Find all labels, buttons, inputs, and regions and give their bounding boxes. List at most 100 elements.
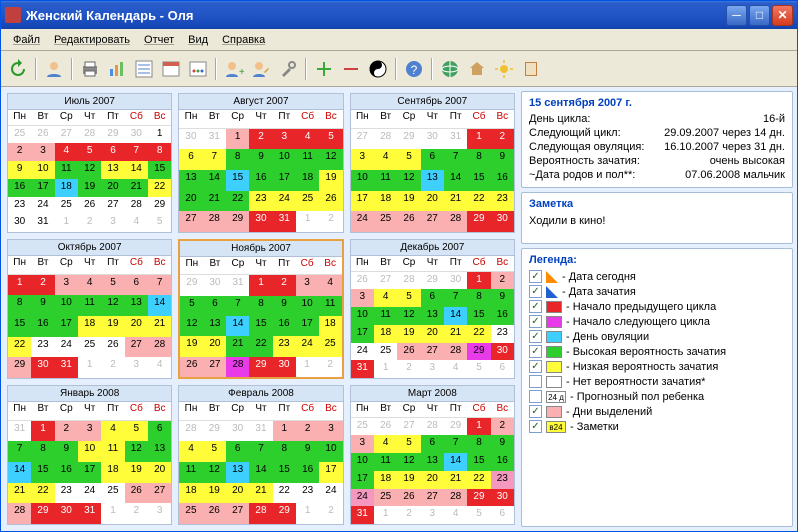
day-cell[interactable]: 31 (444, 129, 467, 150)
day-cell[interactable]: 27 (374, 272, 397, 290)
day-cell[interactable]: 5 (397, 149, 420, 170)
day-cell[interactable]: 20 (101, 179, 124, 197)
day-cell[interactable]: 25 (374, 211, 397, 232)
chart-button[interactable] (104, 56, 130, 82)
day-cell[interactable]: 15 (273, 462, 296, 483)
day-cell[interactable]: 26 (125, 483, 148, 504)
day-cell[interactable]: 14 (125, 161, 148, 179)
day-cell[interactable]: 15 (467, 307, 490, 325)
day-cell[interactable]: 7 (125, 143, 148, 161)
day-cell[interactable]: 16 (8, 179, 31, 197)
day-cell[interactable]: 24 (31, 197, 54, 215)
day-cell[interactable]: 15 (31, 462, 54, 483)
day-cell[interactable]: 22 (467, 471, 490, 489)
day-cell[interactable]: 28 (249, 503, 272, 524)
day-cell[interactable]: 15 (8, 316, 31, 337)
day-cell[interactable]: 2 (101, 357, 124, 378)
day-cell[interactable]: 6 (148, 421, 171, 442)
day-cell[interactable]: 22 (8, 337, 31, 358)
month-calendar[interactable]: Июль 2007ПнВтСрЧтПтСбВс25262728293012345… (7, 93, 172, 233)
day-cell[interactable]: 20 (203, 336, 226, 356)
day-cell[interactable]: 6 (421, 149, 444, 170)
day-cell[interactable]: 29 (226, 211, 249, 232)
day-cell[interactable]: 17 (31, 179, 54, 197)
day-cell[interactable]: 9 (8, 161, 31, 179)
day-cell[interactable]: 22 (273, 483, 296, 504)
day-cell[interactable]: 30 (55, 503, 78, 524)
day-cell[interactable]: 17 (273, 170, 296, 191)
day-cell[interactable]: 12 (397, 170, 420, 191)
day-cell[interactable]: 7 (148, 275, 171, 296)
calendar-button[interactable] (158, 56, 184, 82)
sun-button[interactable] (491, 56, 517, 82)
day-cell[interactable]: 27 (421, 211, 444, 232)
day-cell[interactable]: 15 (226, 170, 249, 191)
day-cell[interactable]: 2 (78, 214, 101, 232)
day-cell[interactable]: 20 (421, 471, 444, 489)
day-cell[interactable]: 5 (125, 421, 148, 442)
day-cell[interactable]: 23 (491, 191, 514, 212)
day-cell[interactable]: 27 (55, 126, 78, 144)
day-cell[interactable]: 31 (203, 129, 226, 150)
month-calendar[interactable]: Март 2008ПнВтСрЧтПтСбВс25262728291234567… (350, 385, 515, 525)
day-cell[interactable]: 21 (125, 179, 148, 197)
day-cell[interactable]: 29 (273, 503, 296, 524)
checkbox[interactable]: ✓ (529, 285, 542, 298)
day-cell[interactable]: 10 (78, 441, 101, 462)
day-cell[interactable]: 23 (31, 337, 54, 358)
day-cell[interactable]: 8 (226, 149, 249, 170)
day-cell[interactable]: 26 (397, 489, 420, 507)
list-button[interactable] (131, 56, 157, 82)
day-cell[interactable]: 17 (55, 316, 78, 337)
day-cell[interactable]: 2 (8, 143, 31, 161)
plus-button[interactable] (311, 56, 337, 82)
day-cell[interactable]: 1 (78, 357, 101, 378)
day-cell[interactable]: 13 (179, 170, 202, 191)
tools-button[interactable] (275, 56, 301, 82)
day-cell[interactable]: 16 (491, 453, 514, 471)
day-cell[interactable]: 8 (148, 143, 171, 161)
day-cell[interactable]: 28 (226, 357, 249, 377)
day-cell[interactable]: 15 (467, 453, 490, 471)
day-cell[interactable]: 3 (319, 421, 342, 442)
home-button[interactable] (464, 56, 490, 82)
day-cell[interactable]: 1 (148, 126, 171, 144)
day-cell[interactable]: 9 (491, 435, 514, 453)
day-cell[interactable]: 20 (421, 191, 444, 212)
day-cell[interactable]: 29 (421, 272, 444, 290)
day-cell[interactable]: 1 (467, 418, 490, 436)
day-cell[interactable]: 21 (148, 316, 171, 337)
day-cell[interactable]: 1 (226, 129, 249, 150)
day-cell[interactable]: 14 (203, 170, 226, 191)
day-cell[interactable]: 16 (249, 170, 272, 191)
checkbox[interactable]: ✓ (529, 270, 542, 283)
day-cell[interactable]: 2 (125, 503, 148, 524)
day-cell[interactable]: 29 (249, 357, 272, 377)
day-cell[interactable]: 3 (351, 289, 374, 307)
day-cell[interactable]: 13 (226, 462, 249, 483)
day-cell[interactable]: 29 (180, 275, 203, 295)
day-cell[interactable]: 1 (273, 421, 296, 442)
day-cell[interactable]: 27 (421, 343, 444, 361)
day-cell[interactable]: 3 (101, 214, 124, 232)
day-cell[interactable]: 10 (319, 441, 342, 462)
checkbox[interactable]: ✓ (529, 300, 542, 313)
day-cell[interactable]: 5 (397, 289, 420, 307)
day-cell[interactable]: 10 (296, 296, 319, 316)
web-button[interactable] (437, 56, 463, 82)
day-cell[interactable]: 27 (351, 129, 374, 150)
day-cell[interactable]: 30 (203, 275, 226, 295)
day-cell[interactable]: 20 (226, 483, 249, 504)
refresh-button[interactable] (5, 56, 31, 82)
help-button[interactable]: ? (401, 56, 427, 82)
day-cell[interactable]: 1 (101, 503, 124, 524)
checkbox[interactable]: ✓ (529, 420, 542, 433)
day-cell[interactable]: 24 (296, 336, 319, 356)
day-cell[interactable]: 26 (203, 503, 226, 524)
month-calendar[interactable]: Февраль 2008ПнВтСрЧтПтСбВс28293031123456… (178, 385, 343, 525)
day-cell[interactable]: 19 (78, 179, 101, 197)
day-cell[interactable]: 6 (125, 275, 148, 296)
month-calendar[interactable]: Декабрь 2007ПнВтСрЧтПтСбВс26272829301234… (350, 239, 515, 379)
day-cell[interactable]: 3 (421, 360, 444, 378)
day-cell[interactable]: 3 (78, 421, 101, 442)
